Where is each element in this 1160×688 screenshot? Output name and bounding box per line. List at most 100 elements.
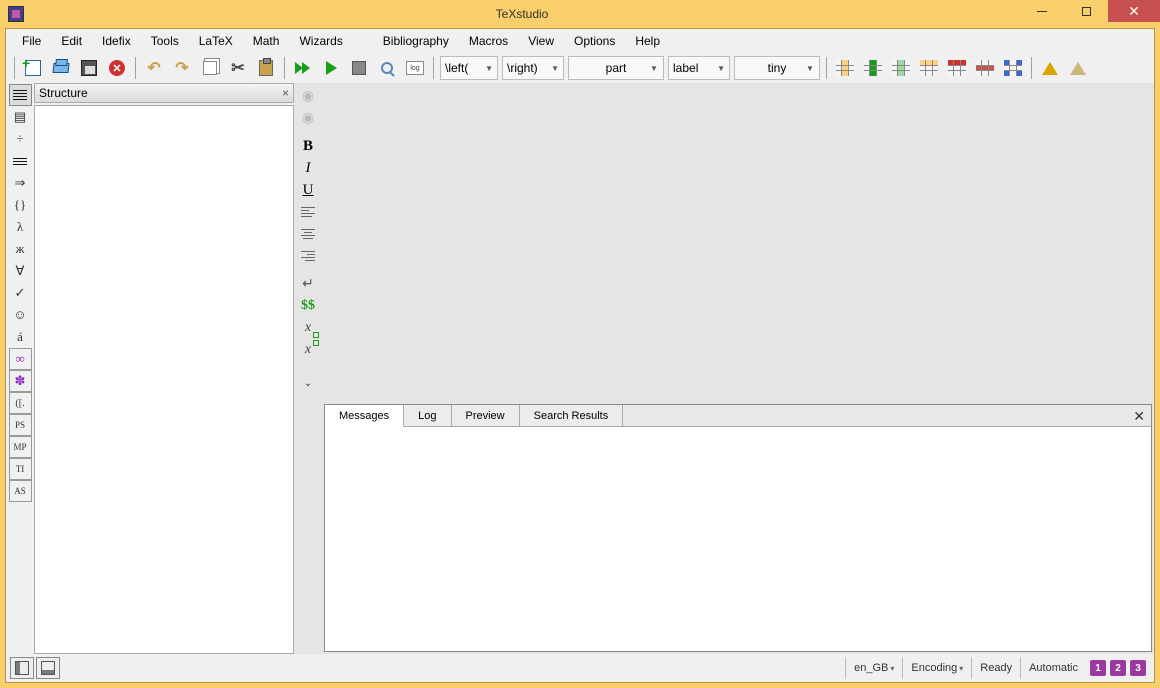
structure-panel-close[interactable]: ×: [282, 86, 289, 100]
ps-icon[interactable]: PS: [9, 414, 32, 436]
menu-macros[interactable]: Macros: [459, 31, 518, 51]
undo-button[interactable]: ↶: [140, 55, 168, 81]
bold-btn[interactable]: B: [297, 135, 320, 157]
structure-panel-body[interactable]: [34, 105, 294, 654]
output-panel-content[interactable]: [325, 427, 1151, 651]
table-delete-row-button[interactable]: [971, 55, 999, 81]
bookmarks-icon[interactable]: ▤: [9, 106, 32, 128]
copy-button[interactable]: [196, 55, 224, 81]
lines-icon[interactable]: [9, 150, 32, 172]
menu-view[interactable]: View: [518, 31, 564, 51]
subscript-btn[interactable]: x: [297, 317, 320, 339]
tab-preview[interactable]: Preview: [452, 405, 520, 426]
menu-edit[interactable]: Edit: [51, 31, 92, 51]
arrow-icon[interactable]: ⇒: [9, 172, 32, 194]
warnings-button[interactable]: [1036, 55, 1064, 81]
underline-btn[interactable]: U: [297, 179, 320, 201]
list-icon[interactable]: [9, 84, 32, 106]
close-button[interactable]: ✕: [1108, 0, 1160, 22]
italic-btn[interactable]: I: [297, 157, 320, 179]
toggle-bottom-panel-button[interactable]: [36, 657, 60, 679]
view-log-button[interactable]: log: [401, 55, 429, 81]
structure-panel-header: Structure ×: [34, 83, 294, 103]
acute-a-icon[interactable]: á: [9, 326, 32, 348]
table-merge-button[interactable]: [999, 55, 1027, 81]
menu-tools[interactable]: Tools: [141, 31, 189, 51]
cut-button[interactable]: ✂: [224, 55, 252, 81]
structure-panel-title: Structure: [39, 86, 88, 100]
newline-btn[interactable]: ↵: [297, 273, 320, 295]
bookmark-1[interactable]: 1: [1090, 660, 1106, 676]
output-panel: Messages Log Preview Search Results ✕: [324, 404, 1152, 652]
vtoolbar-expand[interactable]: ⌄: [297, 375, 320, 391]
table-insert-col-right-button[interactable]: [859, 55, 887, 81]
output-panel-close[interactable]: ✕: [1133, 408, 1145, 425]
section-dropdown[interactable]: part▼: [568, 56, 664, 80]
smiley-icon[interactable]: ☺: [9, 304, 32, 326]
lambda-icon[interactable]: λ: [9, 216, 32, 238]
check-icon[interactable]: ✓: [9, 282, 32, 304]
superscript-btn[interactable]: x: [297, 339, 320, 361]
align-right-btn[interactable]: [297, 245, 320, 267]
braces-icon[interactable]: {}: [9, 194, 32, 216]
toggle-side-panel-button[interactable]: [10, 657, 34, 679]
minimize-button[interactable]: [1020, 0, 1064, 22]
close-file-button[interactable]: ✕: [103, 55, 131, 81]
tab-messages[interactable]: Messages: [325, 405, 404, 427]
zhe-icon[interactable]: ж: [9, 238, 32, 260]
right-delim-dropdown[interactable]: \right)▼: [502, 56, 564, 80]
align-center-btn[interactable]: [297, 223, 320, 245]
open-file-button[interactable]: [47, 55, 75, 81]
mp-icon[interactable]: MP: [9, 436, 32, 458]
bookmark-3[interactable]: 3: [1130, 660, 1146, 676]
brackets-icon[interactable]: ([.: [9, 392, 32, 414]
table-insert-row-top-button[interactable]: [915, 55, 943, 81]
tab-log[interactable]: Log: [404, 405, 451, 426]
table-insert-row-bottom-button[interactable]: [943, 55, 971, 81]
divide-icon[interactable]: ÷: [9, 128, 32, 150]
menu-math[interactable]: Math: [243, 31, 290, 51]
view-pdf-button[interactable]: [373, 55, 401, 81]
output-panel-tabs: Messages Log Preview Search Results: [325, 405, 1151, 427]
new-file-button[interactable]: [19, 55, 47, 81]
asterisk-icon[interactable]: ✽: [9, 370, 32, 392]
status-bar: en_GB Encoding Ready Automatic 1 2 3: [6, 654, 1154, 682]
editor-area[interactable]: [322, 83, 1154, 402]
menu-file[interactable]: File: [12, 31, 51, 51]
menu-idefix[interactable]: Idefix: [92, 31, 141, 51]
compile-button[interactable]: [317, 55, 345, 81]
table-delete-col-button[interactable]: [887, 55, 915, 81]
tab-search-results[interactable]: Search Results: [520, 405, 624, 426]
build-view-button[interactable]: [289, 55, 317, 81]
left-delim-dropdown[interactable]: \left(▼: [440, 56, 498, 80]
maximize-button[interactable]: [1064, 0, 1108, 22]
menu-wizards[interactable]: Wizards: [289, 31, 352, 51]
redo-button[interactable]: ↷: [168, 55, 196, 81]
menu-help[interactable]: Help: [625, 31, 670, 51]
ti-icon[interactable]: TI: [9, 458, 32, 480]
menu-bibliography[interactable]: Bibliography: [373, 31, 459, 51]
bookmark-2[interactable]: 2: [1110, 660, 1126, 676]
save-file-button[interactable]: [75, 55, 103, 81]
menu-bar: File Edit Idefix Tools LaTeX Math Wizard…: [6, 29, 1154, 53]
infinity-icon[interactable]: ∞: [9, 348, 32, 370]
badboxes-button[interactable]: [1064, 55, 1092, 81]
language-selector[interactable]: en_GB: [845, 657, 902, 679]
line-ending-mode[interactable]: Automatic: [1020, 657, 1086, 679]
as-icon[interactable]: AS: [9, 480, 32, 502]
stop-button[interactable]: [345, 55, 373, 81]
forall-icon[interactable]: ∀: [9, 260, 32, 282]
fontsize-dropdown[interactable]: tiny▼: [734, 56, 820, 80]
vertical-toolbar: ◉ ◉ B I U ↵ $$ x x ⌄: [294, 83, 322, 654]
align-left-btn[interactable]: [297, 201, 320, 223]
nav-back-icon[interactable]: ◉: [297, 85, 320, 107]
menu-latex[interactable]: LaTeX: [189, 31, 243, 51]
paste-button[interactable]: [252, 55, 280, 81]
encoding-selector[interactable]: Encoding: [902, 657, 971, 679]
app-icon: [8, 6, 24, 22]
menu-options[interactable]: Options: [564, 31, 625, 51]
nav-fwd-icon[interactable]: ◉: [297, 107, 320, 129]
ref-dropdown[interactable]: label▼: [668, 56, 730, 80]
table-insert-col-left-button[interactable]: [831, 55, 859, 81]
inline-math-btn[interactable]: $$: [297, 295, 320, 317]
